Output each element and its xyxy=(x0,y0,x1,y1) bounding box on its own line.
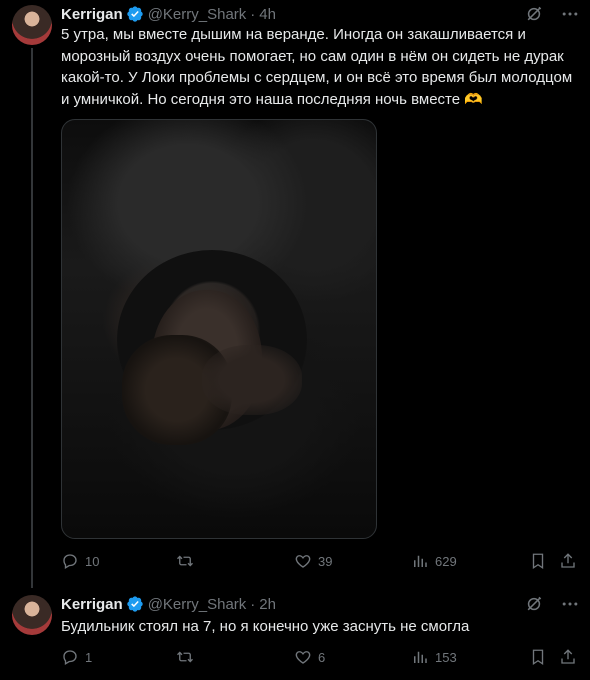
reply-count: 10 xyxy=(85,553,100,569)
like-count: 6 xyxy=(318,649,326,665)
grok-icon[interactable] xyxy=(524,594,544,614)
author-handle[interactable]: @Kerry_Shark xyxy=(148,6,247,23)
views-count: 153 xyxy=(435,649,457,665)
like-count: 39 xyxy=(318,553,333,569)
reply-count: 1 xyxy=(85,649,93,665)
tweet-text: Будильник стоял на 7, но я конечно уже з… xyxy=(61,618,470,635)
tweet-actions: 1 6 153 xyxy=(61,647,581,667)
author-name[interactable]: Kerrigan xyxy=(61,6,123,23)
views-button[interactable]: 153 xyxy=(411,648,457,666)
share-icon xyxy=(559,552,577,570)
bookmark-icon xyxy=(529,648,547,666)
tweet-photo[interactable] xyxy=(61,119,377,539)
timestamp[interactable]: 2h xyxy=(259,596,276,613)
views-chart-icon xyxy=(411,552,429,570)
tweet-actions: 10 39 629 xyxy=(61,551,581,571)
retweet-button[interactable] xyxy=(176,648,200,666)
like-button[interactable]: 39 xyxy=(294,552,332,570)
heart-icon xyxy=(294,552,312,570)
reply-button[interactable]: 1 xyxy=(61,648,92,666)
more-options-icon[interactable] xyxy=(560,594,580,614)
grok-icon[interactable] xyxy=(524,4,544,24)
bookmark-icon xyxy=(529,552,547,570)
author-handle[interactable]: @Kerry_Shark xyxy=(148,596,247,613)
views-chart-icon xyxy=(411,648,429,666)
tweet-header: Kerrigan @Kerry_Shark · 2h xyxy=(61,594,276,614)
verified-badge-icon xyxy=(126,5,144,23)
views-button[interactable]: 629 xyxy=(411,552,457,570)
reply-icon xyxy=(61,648,79,666)
tweet[interactable]: Kerrigan @Kerry_Shark · 4h 5 утра, мы вм… xyxy=(0,0,590,590)
share-icon xyxy=(559,648,577,666)
bookmark-button[interactable] xyxy=(529,648,547,666)
reply-icon xyxy=(61,552,79,570)
heart-icon xyxy=(294,648,312,666)
avatar[interactable] xyxy=(12,5,52,45)
tweet-header-actions xyxy=(524,594,580,614)
retweet-button[interactable] xyxy=(176,552,200,570)
tweet-text: 5 утра, мы вместе дышим на веранде. Иног… xyxy=(61,26,573,108)
avatar[interactable] xyxy=(12,595,52,635)
like-button[interactable]: 6 xyxy=(294,648,325,666)
share-button[interactable] xyxy=(559,552,577,570)
bookmark-button[interactable] xyxy=(529,552,547,570)
reply-button[interactable]: 10 xyxy=(61,552,99,570)
timestamp[interactable]: 4h xyxy=(259,6,276,23)
share-button[interactable] xyxy=(559,648,577,666)
photo-hand xyxy=(202,345,302,415)
tweet-header: Kerrigan @Kerry_Shark · 4h xyxy=(61,4,276,24)
retweet-icon xyxy=(176,552,194,570)
author-name[interactable]: Kerrigan xyxy=(61,596,123,613)
retweet-icon xyxy=(176,648,194,666)
more-options-icon[interactable] xyxy=(560,4,580,24)
tweet[interactable]: Kerrigan @Kerry_Shark · 2h Будильник сто… xyxy=(0,590,590,680)
separator-dot: · xyxy=(250,595,256,613)
views-count: 629 xyxy=(435,553,457,569)
tweet-header-actions xyxy=(524,4,580,24)
verified-badge-icon xyxy=(126,595,144,613)
separator-dot: · xyxy=(250,5,256,23)
